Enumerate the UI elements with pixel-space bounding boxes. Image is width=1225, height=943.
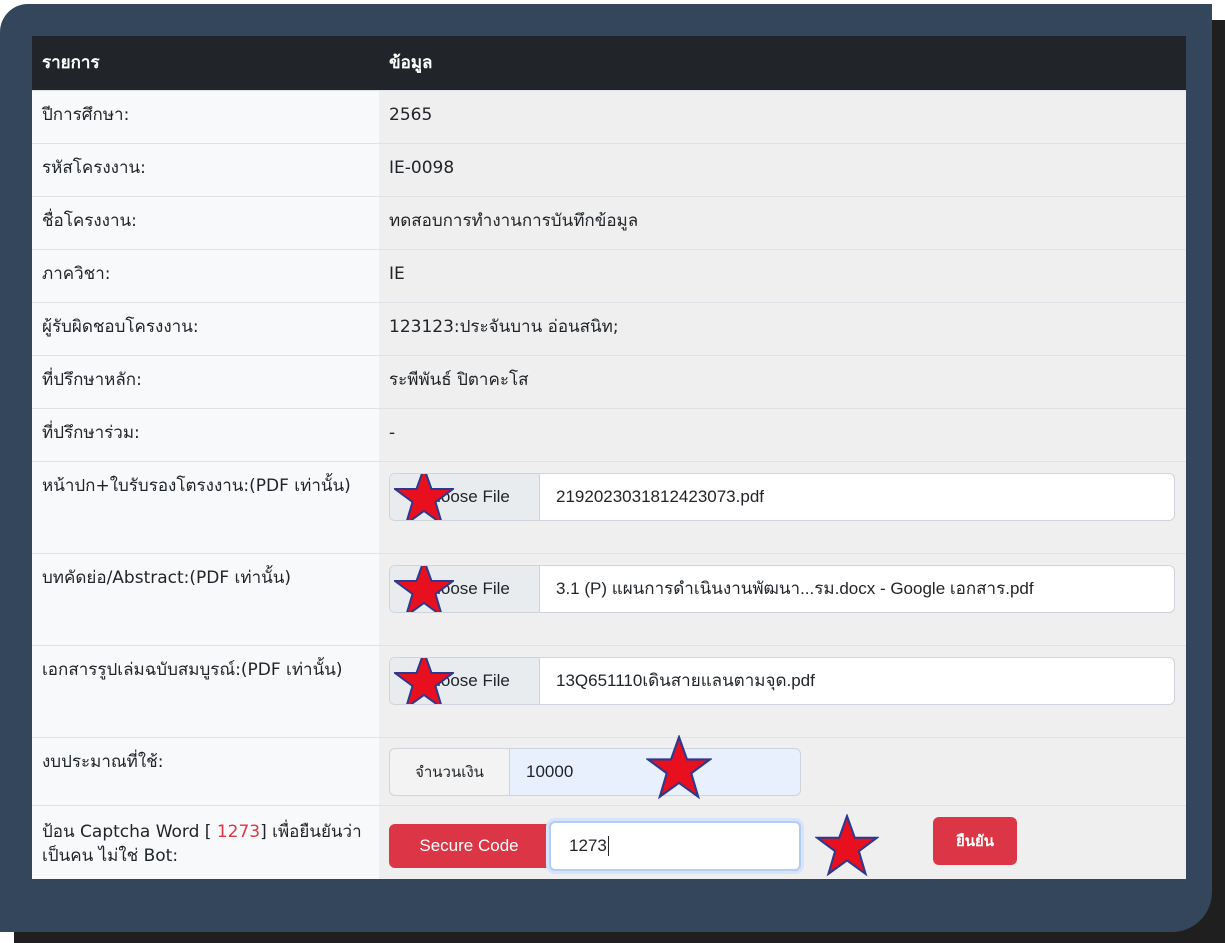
table-row: ผู้รับผิดชอบโครงงาน: 123123:ประจันบาน อ่… [32,301,1186,355]
captcha-input-group: Secure Code 1273 ยืนยัน [389,813,1176,878]
full-report-file-label: เอกสารรูปเล่มฉบับสมบูรณ์:(PDF เท่านั้น) [32,644,379,737]
owner-value: 123123:ประจันบาน อ่อนสนิท; [379,301,1186,355]
selected-file-name: 3.1 (P) แผนการดำเนินงานพัฒนา...รม.docx -… [556,578,1034,598]
department-label: ภาควิชา: [32,248,379,302]
table-row: บทคัดย่อ/Abstract:(PDF เท่านั้น) Choose … [32,552,1186,645]
confirm-button[interactable]: ยืนยัน [933,816,1017,865]
full-report-file-input[interactable]: Choose File 13Q651110เดินสายแลนตามจุด.pd… [389,656,1175,705]
project-name-value: ทดสอบการทำงานการบันทึกข้อมูล [379,195,1186,249]
co-advisor-label: ที่ปรึกษาร่วม: [32,407,379,461]
red-star-icon [646,734,712,799]
captcha-label: ป้อน Captcha Word [ 1273] เพื่อยืนยันว่า… [32,804,379,879]
table-row: ป้อน Captcha Word [ 1273] เพื่อยืนยันว่า… [32,804,1186,879]
project-code-label: รหัสโครงงาน: [32,142,379,196]
column-header-item: รายการ [32,36,379,90]
secure-code-button[interactable]: Secure Code [389,823,549,868]
form-frame: รายการ ข้อมูล ปีการศึกษา: 2565 รหัสโครงง… [0,4,1212,932]
main-advisor-value: ระพีพันธ์ ปิตาคะโส [379,354,1186,408]
red-star-icon [394,565,454,612]
budget-label: งบประมาณที่ใช้: [32,736,379,805]
project-code-value: IE-0098 [379,142,1186,196]
year-value: 2565 [379,89,1186,143]
selected-file-name: 2192023031812423073.pdf [556,486,764,506]
abstract-file-input[interactable]: Choose File 3.1 (P) แผนการดำเนินงานพัฒนา… [389,564,1175,613]
captcha-cell: Secure Code 1273 ยืนยัน [379,804,1186,879]
table-row: ที่ปรึกษาหลัก: ระพีพันธ์ ปิตาคะโส [32,354,1186,408]
table-row: งบประมาณที่ใช้: จำนวนเงิน 10000 [32,734,1186,805]
table-row: ปีการศึกษา: 2565 [32,89,1186,143]
co-advisor-value: - [379,407,1186,461]
budget-cell: จำนวนเงิน 10000 [379,734,1186,805]
abstract-file-label: บทคัดย่อ/Abstract:(PDF เท่านั้น) [32,552,379,645]
choose-file-button[interactable]: Choose File [390,565,540,612]
red-star-icon [815,813,879,876]
captcha-input[interactable]: 1273 [549,820,801,871]
cover-file-label: หน้าปก+ใบรับรองโตรงงาน:(PDF เท่านั้น) [32,460,379,553]
table-row: ที่ปรึกษาร่วม: - [32,407,1186,461]
choose-file-button[interactable]: Choose File [390,657,540,704]
budget-amount-value: 10000 [526,761,574,781]
budget-amount-input[interactable]: 10000 [509,734,801,799]
owner-label: ผู้รับผิดชอบโครงงาน: [32,301,379,355]
year-label: ปีการศึกษา: [32,89,379,143]
main-advisor-label: ที่ปรึกษาหลัก: [32,354,379,408]
table-row: ภาควิชา: IE [32,248,1186,302]
selected-file-name: 13Q651110เดินสายแลนตามจุด.pdf [556,670,815,690]
table-row: รหัสโครงงาน: IE-0098 [32,142,1186,196]
abstract-file-cell: Choose File 3.1 (P) แผนการดำเนินงานพัฒนา… [379,552,1186,645]
currency-addon: จำนวนเงิน [389,747,509,796]
budget-input-group: จำนวนเงิน 10000 [389,734,801,799]
captcha-label-prefix: ป้อน Captcha Word [ [42,821,217,842]
table-header-row: รายการ ข้อมูล [32,36,1186,90]
table-row: ชื่อโครงงาน: ทดสอบการทำงานการบันทึกข้อมู… [32,195,1186,249]
table-row: เอกสารรูปเล่มฉบับสมบูรณ์:(PDF เท่านั้น) … [32,644,1186,737]
column-header-data: ข้อมูล [379,36,1186,90]
red-star-icon [394,473,454,520]
project-name-label: ชื่อโครงงาน: [32,195,379,249]
choose-file-button[interactable]: Choose File [390,473,540,520]
full-report-file-cell: Choose File 13Q651110เดินสายแลนตามจุด.pd… [379,644,1186,737]
captcha-input-value: 1273 [569,835,607,855]
cover-file-cell: Choose File 2192023031812423073.pdf [379,460,1186,553]
project-info-table: รายการ ข้อมูล ปีการศึกษา: 2565 รหัสโครงง… [32,36,1186,879]
department-value: IE [379,248,1186,302]
red-star-icon [394,657,454,704]
captcha-code: 1273 [216,821,261,842]
table-row: หน้าปก+ใบรับรองโตรงงาน:(PDF เท่านั้น) Ch… [32,460,1186,553]
cover-file-input[interactable]: Choose File 2192023031812423073.pdf [389,472,1175,521]
text-caret [607,835,609,856]
